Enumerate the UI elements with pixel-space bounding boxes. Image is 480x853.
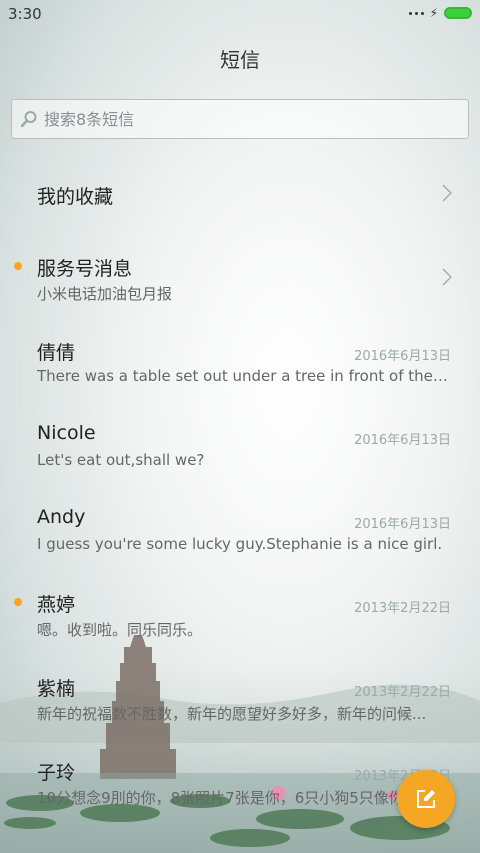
conversation-row[interactable]: 倩倩 2016年6月13日 There was a table set out …: [0, 320, 480, 404]
search-input[interactable]: [44, 109, 424, 129]
status-bar: 3:30 ⚡: [0, 0, 480, 28]
unread-dot: [14, 598, 22, 606]
service-messages-row[interactable]: 服务号消息 小米电话加油包月报: [0, 236, 480, 320]
message-preview: Let's eat out,shall we?: [37, 451, 205, 469]
status-time: 3:30: [8, 5, 42, 23]
favorites-row[interactable]: 我的收藏: [0, 152, 480, 236]
signal-dots-icon: [408, 11, 424, 15]
message-date: 2016年6月13日: [354, 517, 451, 532]
conversation-row[interactable]: 紫楠 2013年2月22日 新年的祝福数不胜数，新年的愿望好多好多，新年的问候.…: [0, 656, 480, 740]
message-date: 2016年6月13日: [354, 433, 451, 448]
conversation-row[interactable]: Andy 2016年6月13日 I guess you're some luck…: [0, 488, 480, 572]
conversation-row[interactable]: 燕婷 2013年2月22日 嗯。收到啦。同乐同乐。: [0, 572, 480, 656]
chevron-right-icon: [442, 268, 452, 286]
message-preview: There was a table set out under a tree i…: [37, 367, 452, 385]
favorites-label: 我的收藏: [37, 186, 114, 208]
compose-icon: [417, 790, 435, 808]
message-date: 2013年2月22日: [354, 601, 451, 616]
battery-icon: [444, 7, 472, 19]
message-date: 2013年2月22日: [354, 685, 451, 700]
message-preview: I guess you're some lucky guy.Stephanie …: [37, 535, 443, 553]
charging-icon: ⚡: [429, 6, 438, 20]
contact-name: 紫楠: [37, 678, 76, 700]
contact-name: 倩倩: [37, 342, 76, 364]
service-label: 服务号消息: [37, 258, 133, 280]
contact-name: Andy: [37, 506, 86, 528]
conversation-row[interactable]: Nicole 2016年6月13日 Let's eat out,shall we…: [0, 404, 480, 488]
page-title: 短信: [220, 48, 260, 72]
message-preview: 新年的祝福数不胜数，新年的愿望好多好多，新年的问候...: [37, 705, 427, 723]
contact-name: Nicole: [37, 422, 96, 444]
message-preview: 10分想念9刖的你，8张照片7张是你，6只小狗5只像你: [37, 789, 404, 807]
message-preview: 嗯。收到啦。同乐同乐。: [37, 621, 203, 639]
contact-name: 子玲: [37, 762, 76, 784]
chevron-right-icon: [442, 184, 452, 202]
service-preview: 小米电话加油包月报: [37, 285, 173, 303]
message-date: 2016年6月13日: [354, 349, 451, 364]
search-icon: [20, 111, 37, 128]
unread-dot: [14, 262, 22, 270]
search-bar[interactable]: [11, 99, 469, 139]
contact-name: 燕婷: [37, 594, 76, 616]
compose-button[interactable]: [397, 770, 455, 828]
